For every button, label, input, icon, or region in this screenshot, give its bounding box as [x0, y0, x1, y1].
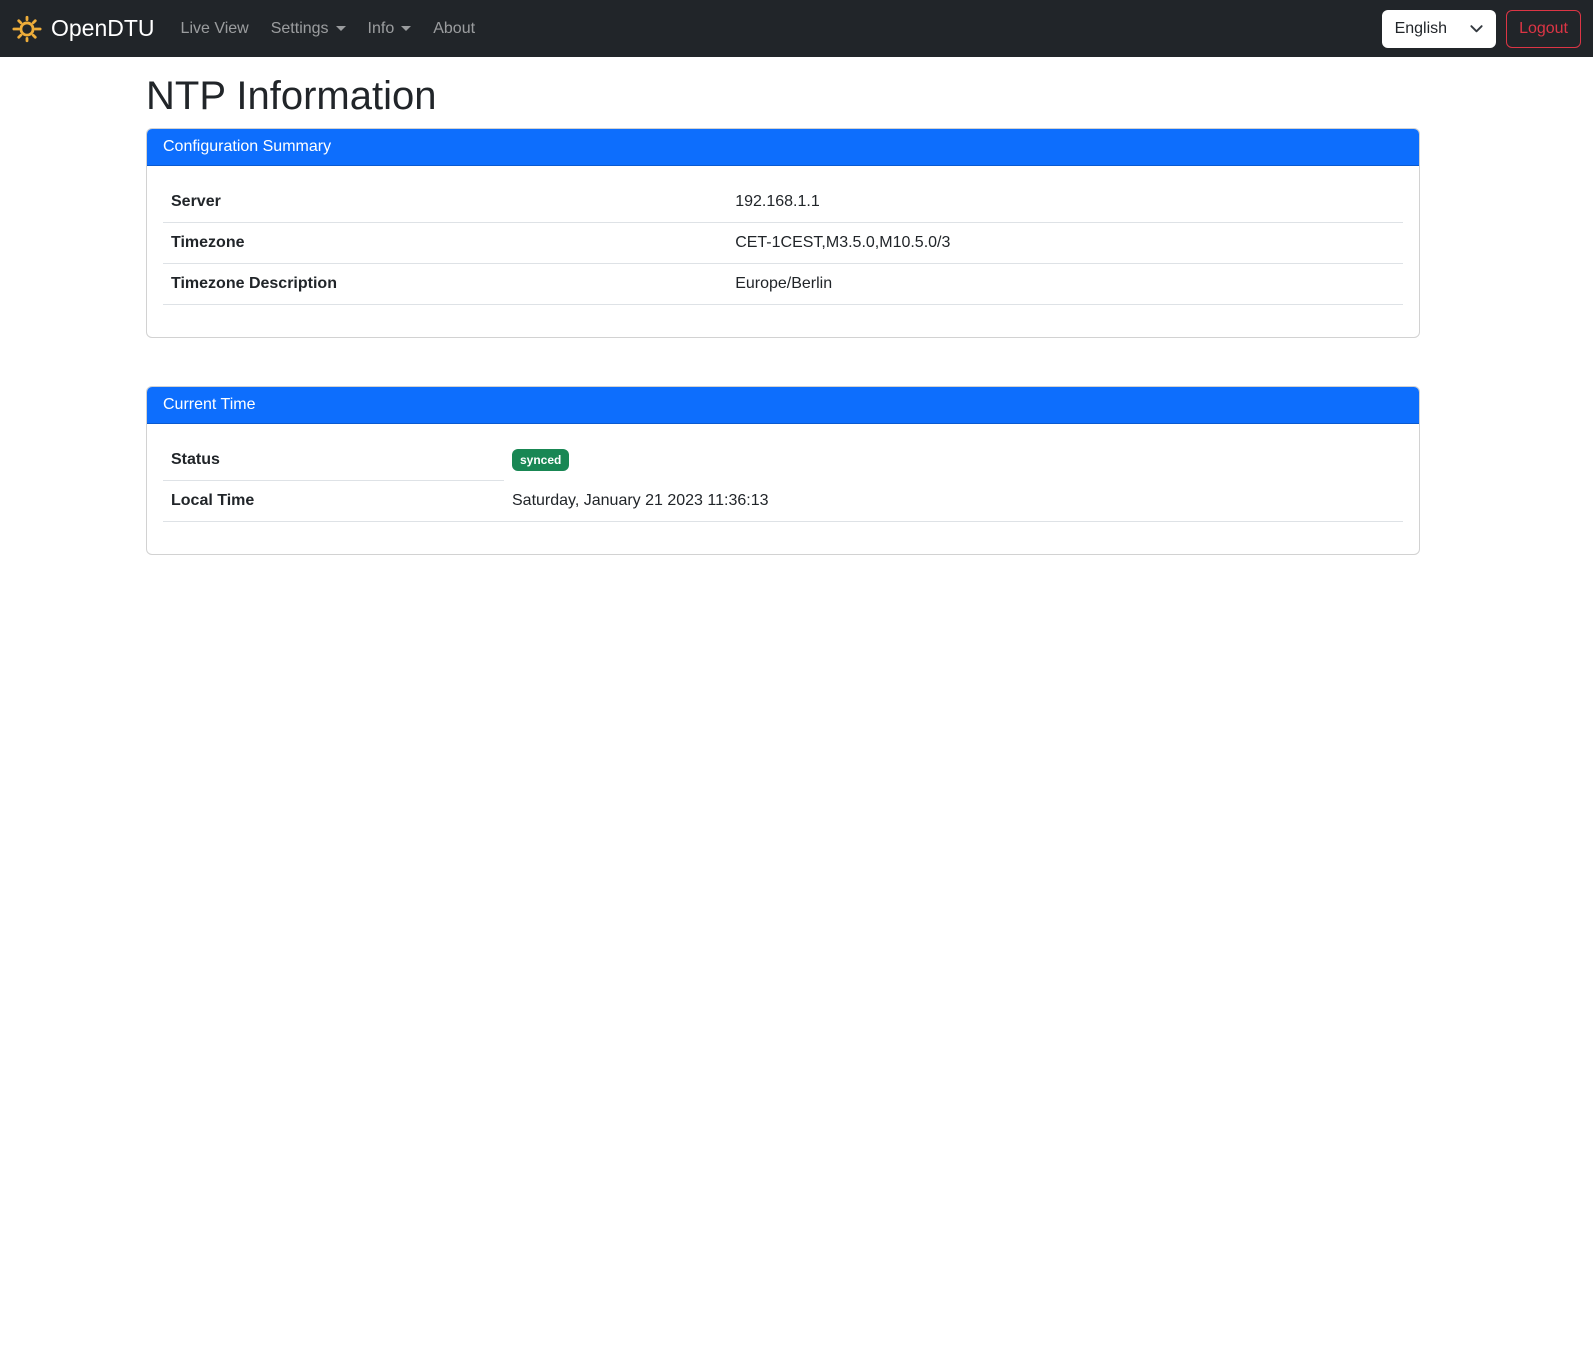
row-label-server: Server — [163, 182, 727, 223]
navbar-links: Live View Settings Info About — [173, 12, 490, 46]
navbar: OpenDTU Live View Settings Info About En… — [0, 0, 1593, 57]
row-value-server: 192.168.1.1 — [727, 182, 1403, 223]
chevron-down-icon — [336, 26, 346, 31]
nav-item-about[interactable]: About — [425, 12, 483, 46]
main-content: NTP Information Configuration Summary Se… — [146, 57, 1420, 555]
nav-item-settings[interactable]: Settings — [263, 12, 354, 46]
navbar-brand-label: OpenDTU — [51, 15, 155, 42]
nav-item-label: Live View — [181, 20, 249, 37]
page-title: NTP Information — [146, 72, 1420, 120]
nav-item-label: Settings — [271, 20, 329, 37]
table-row: Timezone Description Europe/Berlin — [163, 264, 1403, 305]
current-time-card: Current Time Status synced Local Time Sa… — [146, 386, 1420, 555]
row-label-timezone-description: Timezone Description — [163, 264, 727, 305]
status-badge: synced — [512, 449, 569, 471]
row-label-timezone: Timezone — [163, 223, 727, 264]
navbar-brand[interactable]: OpenDTU — [12, 14, 155, 44]
table-row: Local Time Saturday, January 21 2023 11:… — [163, 481, 1403, 522]
language-select-value: English — [1395, 20, 1447, 38]
configuration-summary-table: Server 192.168.1.1 Timezone CET-1CEST,M3… — [163, 182, 1403, 305]
table-row: Server 192.168.1.1 — [163, 182, 1403, 223]
current-time-table: Status synced Local Time Saturday, Janua… — [163, 440, 1403, 522]
nav-item-label: Info — [368, 20, 395, 37]
table-row: Timezone CET-1CEST,M3.5.0,M10.5.0/3 — [163, 223, 1403, 264]
row-label-status: Status — [163, 440, 504, 481]
current-time-card-header: Current Time — [147, 387, 1419, 424]
row-value-timezone-description: Europe/Berlin — [727, 264, 1403, 305]
table-row: Status synced — [163, 440, 1403, 481]
configuration-summary-card-body: Server 192.168.1.1 Timezone CET-1CEST,M3… — [147, 166, 1419, 337]
nav-item-info[interactable]: Info — [360, 12, 420, 46]
current-time-card-body: Status synced Local Time Saturday, Janua… — [147, 424, 1419, 554]
logout-button[interactable]: Logout — [1506, 10, 1581, 48]
chevron-down-icon — [1469, 21, 1484, 36]
configuration-summary-card-header: Configuration Summary — [147, 129, 1419, 166]
row-label-local-time: Local Time — [163, 481, 504, 522]
chevron-down-icon — [401, 26, 411, 31]
row-value-local-time: Saturday, January 21 2023 11:36:13 — [504, 481, 1403, 522]
nav-item-label: About — [433, 20, 475, 37]
nav-item-live-view[interactable]: Live View — [173, 12, 257, 46]
sun-logo-icon — [12, 14, 42, 44]
row-value-status: synced — [504, 440, 1403, 481]
row-value-timezone: CET-1CEST,M3.5.0,M10.5.0/3 — [727, 223, 1403, 264]
language-select[interactable]: English — [1382, 10, 1496, 48]
configuration-summary-card: Configuration Summary Server 192.168.1.1… — [146, 128, 1420, 338]
